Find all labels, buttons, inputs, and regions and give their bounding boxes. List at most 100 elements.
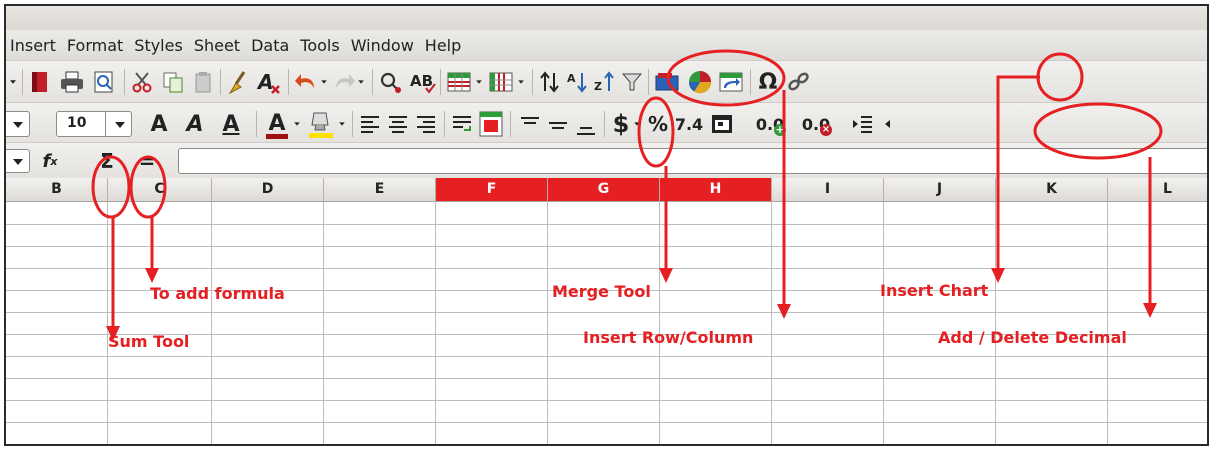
sort-ascending-icon[interactable]: A [566, 70, 590, 94]
redo-dropdown[interactable] [356, 73, 366, 91]
menu-format[interactable]: Format [67, 36, 123, 55]
toolbar-overflow-handle[interactable] [8, 73, 18, 91]
align-top-icon[interactable] [518, 113, 542, 137]
grid-column-line [107, 202, 108, 444]
svg-text:AB: AB [410, 72, 433, 90]
number-format-button[interactable]: 7.4 [674, 109, 704, 139]
delete-decimal-button[interactable]: 0.0 × [796, 109, 836, 139]
insert-image-icon[interactable] [654, 70, 680, 94]
standard-toolbar: A AB A Z Ω [6, 60, 1207, 103]
background-color-dropdown[interactable] [337, 115, 347, 133]
column-header-i[interactable]: I [772, 178, 884, 202]
export-pdf-icon[interactable] [28, 70, 52, 94]
menu-data[interactable]: Data [251, 36, 289, 55]
align-left-icon[interactable] [358, 112, 382, 136]
separator [372, 69, 373, 95]
grid-column-line [435, 202, 436, 444]
sort-descending-icon[interactable]: Z [593, 70, 617, 94]
print-preview-icon[interactable] [92, 70, 116, 94]
wrap-text-icon[interactable] [450, 112, 474, 136]
insert-rows-icon[interactable] [446, 70, 472, 94]
function-wizard-button[interactable]: fx [36, 147, 64, 175]
percent-format-button[interactable]: % [646, 109, 670, 139]
align-right-icon[interactable] [414, 112, 438, 136]
bold-button[interactable]: A [142, 109, 176, 139]
date-format-icon[interactable] [710, 112, 734, 136]
clear-formatting-icon[interactable]: A [256, 69, 282, 95]
background-color-icon[interactable] [306, 109, 336, 139]
font-color-dropdown[interactable] [292, 115, 302, 133]
menu-styles[interactable]: Styles [134, 36, 183, 55]
align-middle-icon[interactable] [546, 113, 570, 137]
font-color-button[interactable]: A [262, 109, 292, 139]
name-box-dropdown[interactable] [6, 149, 30, 173]
grid-column-line [323, 202, 324, 444]
underline-button[interactable]: A [214, 109, 248, 139]
add-decimal-button[interactable]: 0.0 + [750, 109, 790, 139]
function-button[interactable]: = [134, 147, 160, 175]
redo-icon[interactable] [332, 70, 356, 94]
copy-icon[interactable] [161, 70, 185, 94]
paste-icon[interactable] [191, 70, 215, 94]
grid-column-line [211, 202, 212, 444]
increase-indent-icon[interactable] [850, 112, 874, 136]
currency-format-button[interactable]: $ [610, 109, 632, 139]
align-center-icon[interactable] [386, 112, 410, 136]
insert-pivot-table-icon[interactable] [718, 70, 744, 94]
menu-sheet[interactable]: Sheet [194, 36, 240, 55]
column-header-d[interactable]: D [212, 178, 324, 202]
plus-icon: + [774, 123, 786, 136]
formula-annotation-label: To add formula [150, 284, 285, 303]
font-size-value[interactable]: 10 [67, 115, 86, 131]
column-header-k[interactable]: K [996, 178, 1108, 202]
menu-help[interactable]: Help [425, 36, 461, 55]
menu-window[interactable]: Window [351, 36, 414, 55]
menu-tools[interactable]: Tools [300, 36, 339, 55]
grid-column-line [771, 202, 772, 444]
align-bottom-icon[interactable] [574, 113, 598, 137]
column-header-j[interactable]: J [884, 178, 996, 202]
column-header-f[interactable]: F [436, 178, 548, 202]
italic-button[interactable]: A [178, 109, 212, 139]
separator [288, 69, 289, 95]
merge-cells-icon[interactable] [478, 110, 504, 138]
decrease-indent-icon[interactable] [882, 112, 906, 136]
menu-insert[interactable]: Insert [10, 36, 56, 55]
autofilter-icon[interactable] [620, 70, 644, 94]
find-replace-icon[interactable] [378, 70, 404, 94]
currency-format-dropdown[interactable] [632, 115, 642, 133]
grid-row-line [6, 400, 1207, 401]
clone-formatting-icon[interactable] [226, 69, 250, 95]
grid-column-line [659, 202, 660, 444]
hyperlink-icon[interactable] [786, 70, 812, 94]
cut-icon[interactable] [130, 70, 154, 94]
sheet-grid[interactable]: B C D E F G H I J K L [6, 178, 1207, 444]
column-header-g[interactable]: G [548, 178, 660, 202]
sum-button[interactable]: Σ [94, 147, 120, 175]
insert-row-column-annotation-label: Insert Row/Column [583, 328, 754, 347]
insert-rows-dropdown[interactable] [474, 73, 484, 91]
separator [220, 69, 221, 95]
grid-row-line [6, 246, 1207, 247]
insert-columns-dropdown[interactable] [516, 73, 526, 91]
column-header-c[interactable]: C [108, 178, 212, 202]
grid-row-line [6, 378, 1207, 379]
column-header-b[interactable]: B [6, 178, 108, 202]
insert-columns-icon[interactable] [488, 70, 514, 94]
spelling-icon[interactable]: AB [409, 70, 437, 94]
spreadsheet-window: Insert Format Styles Sheet Data Tools Wi… [4, 4, 1209, 446]
undo-dropdown[interactable] [319, 73, 329, 91]
sort-icon[interactable] [538, 70, 562, 94]
font-size-box[interactable]: 10 [56, 111, 132, 137]
print-icon[interactable] [59, 70, 85, 94]
insert-chart-icon[interactable] [686, 68, 714, 96]
svg-text:Z: Z [594, 80, 602, 93]
undo-icon[interactable] [294, 70, 318, 94]
column-header-l[interactable]: L [1108, 178, 1207, 202]
formula-input[interactable] [178, 148, 1207, 174]
column-header-e[interactable]: E [324, 178, 436, 202]
font-name-dropdown[interactable] [6, 111, 30, 137]
column-header-h[interactable]: H [660, 178, 772, 202]
grid-column-line [995, 202, 996, 444]
special-character-icon[interactable]: Ω [756, 69, 780, 95]
